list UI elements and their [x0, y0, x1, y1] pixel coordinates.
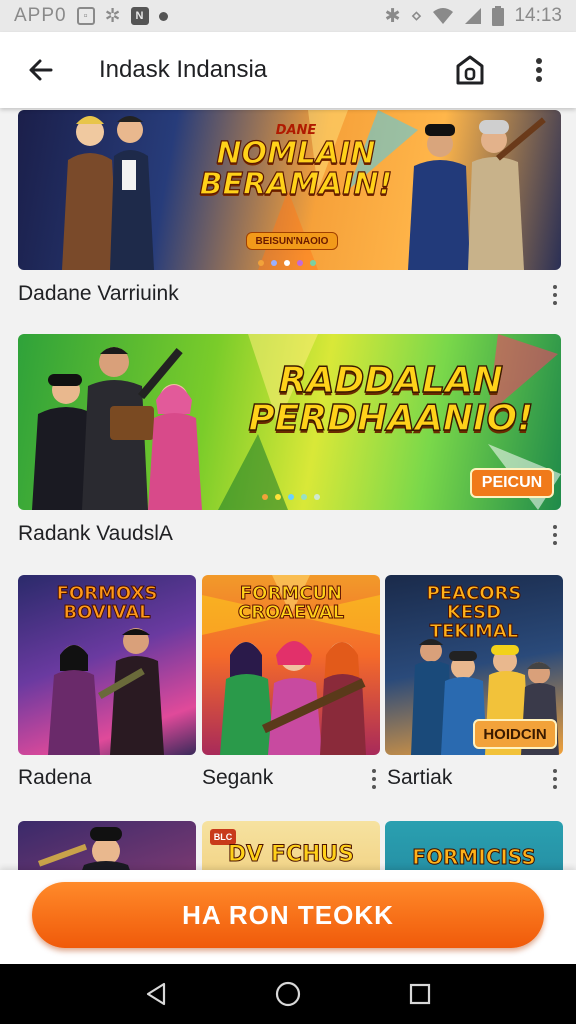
grid-tile-2-caption[interactable]: Segank	[202, 766, 273, 790]
banner-1-caption[interactable]: Dadane Varriuink	[18, 282, 179, 306]
arrow-left-icon	[29, 59, 53, 81]
banner-2-more-button[interactable]	[545, 522, 565, 548]
bottom-action-bar: HA RON TEOKK	[0, 870, 576, 964]
tile-1-title: FORMOXS BOVIVAL	[56, 583, 158, 623]
battery-icon	[492, 6, 505, 26]
home-button[interactable]	[438, 32, 502, 108]
page-title: Indask Indansia	[99, 56, 268, 83]
featured-banner-2[interactable]: RADDALAN PERDHAANIO! PEICUN	[18, 334, 561, 510]
banner-2-pager[interactable]	[262, 494, 320, 500]
dot-icon	[158, 11, 168, 21]
featured-banner-1[interactable]: DANE NOMLAIN BERAMAIN! BEISUN'NAOIO	[18, 110, 561, 270]
triangle-back-icon	[146, 982, 166, 1006]
clock: 14:13	[514, 5, 562, 26]
grid-tile-2[interactable]: FORMCUN CROAEVAL	[202, 575, 380, 755]
bluetooth-icon: ✱	[384, 5, 401, 27]
grid-tile-5[interactable]: BLC DV FCHUS	[202, 821, 380, 870]
vibrate-icon: ⋄	[410, 5, 423, 27]
grid-tile-4[interactable]	[18, 821, 196, 870]
app-bar: Indask Indansia	[0, 32, 576, 108]
grid-tile-3-more-button[interactable]	[545, 766, 565, 792]
status-app-label: APP0	[14, 5, 67, 26]
square-recent-icon	[409, 983, 431, 1005]
tile-4-artwork	[37, 827, 130, 870]
primary-action-button[interactable]: HA RON TEOKK	[32, 882, 544, 948]
nav-back-button[interactable]	[136, 974, 176, 1014]
signal-icon	[465, 8, 482, 24]
banner-1-button[interactable]: BEISUN'NAOIO	[246, 232, 338, 250]
more-options-button[interactable]	[502, 32, 576, 108]
tile-3-title: PEACORS KESD TEKIMAL	[426, 583, 522, 642]
circle-home-icon	[275, 981, 301, 1007]
status-bar: APP0 ▫ ✲ N ✱ ⋄ 14:13	[0, 0, 576, 32]
banner-2-title-line1: RADDALAN	[278, 360, 504, 401]
banner-1-title: DANE NOMLAIN BERAMAIN!	[196, 124, 396, 201]
more-vertical-icon	[536, 58, 542, 82]
grid-tile-1[interactable]: FORMOXS BOVIVAL	[18, 575, 196, 755]
banner-1-title-line3: BERAMAIN!	[199, 167, 393, 203]
back-button[interactable]	[0, 32, 82, 108]
tile-5-title: DV FCHUS	[227, 842, 355, 867]
app-notification-icon: N	[130, 7, 149, 25]
banner-1-more-button[interactable]	[545, 282, 565, 308]
settings-icon: ✲	[104, 5, 121, 27]
banner-2-title: RADDALAN PERDHAANIO!	[246, 360, 536, 439]
tile-2-title: FORMCUN CROAEVAL	[237, 583, 345, 623]
content-feed[interactable]: DANE NOMLAIN BERAMAIN! BEISUN'NAOIO Dada…	[0, 108, 576, 870]
grid-tile-6[interactable]: FORMICISS	[385, 821, 563, 870]
nav-recent-button[interactable]	[400, 974, 440, 1014]
banner-2-button[interactable]: PEICUN	[470, 468, 554, 498]
nav-home-button[interactable]	[268, 974, 308, 1014]
home-icon	[456, 55, 484, 85]
grid-tile-1-caption[interactable]: Radena	[18, 766, 92, 790]
banner-2-caption[interactable]: Radank VaudslA	[18, 522, 173, 546]
grid-tile-3[interactable]: PEACORS KESD TEKIMAL HOIDCIN	[385, 575, 563, 755]
tile-3-button[interactable]: HOIDCIN	[473, 719, 557, 749]
notification-icon: ▫	[76, 7, 95, 25]
system-nav-bar	[0, 964, 576, 1024]
grid-tile-2-more-button[interactable]	[364, 766, 384, 792]
tile-6-title: FORMICISS	[412, 845, 536, 869]
grid-tile-3-caption[interactable]: Sartiak	[387, 766, 452, 790]
banner-1-title-line2: NOMLAIN	[216, 135, 376, 171]
banner-2-title-line2: PERDHAANIO!	[248, 397, 534, 439]
wifi-icon	[433, 8, 454, 24]
banner-1-pager[interactable]	[258, 260, 316, 266]
